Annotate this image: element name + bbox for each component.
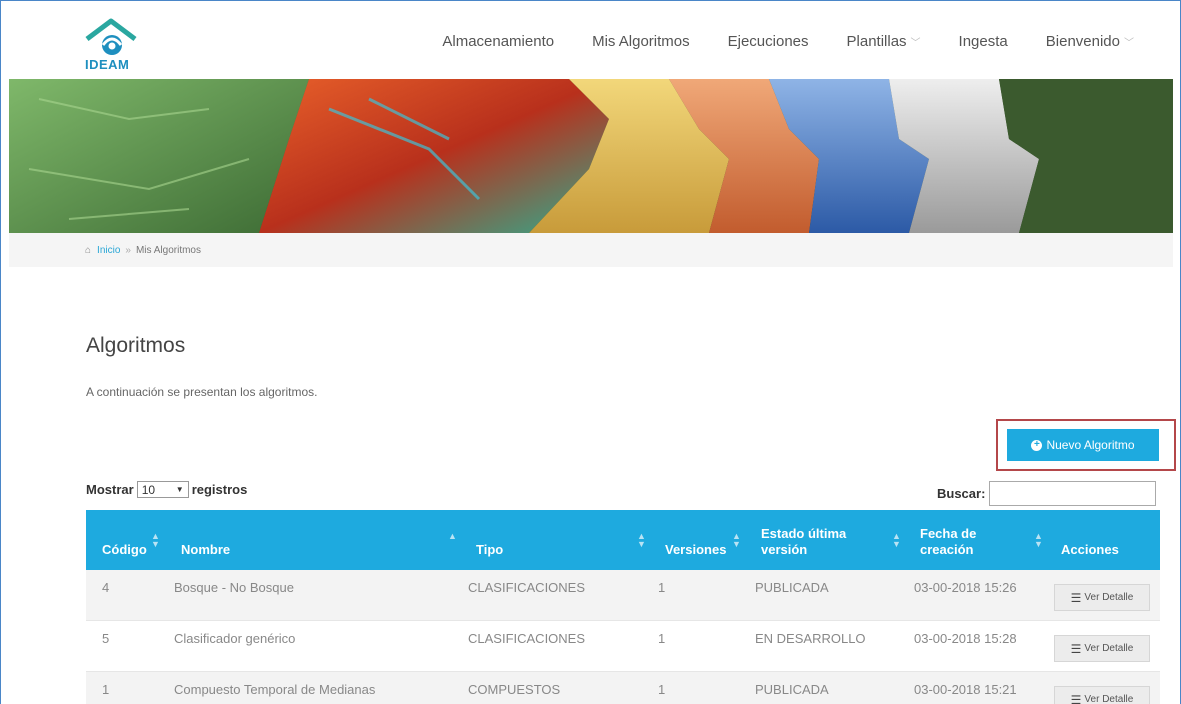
cell-nombre: Compuesto Temporal de Medianas	[174, 682, 376, 697]
cell-fecha: 03-00-2018 15:28	[914, 631, 1017, 646]
new-algorithm-label: Nuevo Algoritmo	[1046, 438, 1135, 452]
cell-estado: PUBLICADA	[755, 580, 829, 595]
chevron-down-icon: ﹀	[1124, 37, 1134, 49]
header-label: Acciones	[1061, 542, 1119, 557]
cell-codigo: 4	[102, 580, 110, 595]
column-header-nombre[interactable]: Nombre	[181, 542, 230, 558]
sort-icon: ▲ ▼	[892, 531, 901, 549]
records-label: registros	[191, 482, 248, 497]
column-header-estado[interactable]: Estado última versión	[761, 526, 846, 558]
header-label: Versiones	[665, 542, 727, 557]
page-length-select[interactable]: 10 ▼	[136, 481, 189, 498]
header-label-line1: Estado última	[761, 526, 847, 541]
cell-nombre: Bosque - No Bosque	[174, 580, 294, 595]
nav-item-bienvenido[interactable]: Bienvenido ﹀	[1027, 33, 1153, 50]
search-control: Buscar:	[937, 481, 1157, 506]
cell-versiones: 1	[658, 580, 666, 595]
table-header: Código ▲ ▼ Nombre ▲ Tipo ▲ ▼ Versiones ▲ ▼ …	[86, 510, 1160, 570]
breadcrumb-current: Mis Algoritmos	[135, 244, 201, 256]
cell-estado: EN DESARROLLO	[755, 631, 866, 646]
view-detail-button[interactable]: ☰ Ver Detalle	[1054, 584, 1150, 611]
nav-label: Ejecuciones	[727, 32, 809, 50]
ideam-logo[interactable]: IDEAM	[81, 17, 141, 77]
cell-codigo: 1	[102, 682, 110, 697]
page-title: Algoritmos	[86, 334, 186, 357]
nav-item-almacenamiento[interactable]: Almacenamiento	[423, 33, 573, 50]
table-row: 4 Bosque - No Bosque CLASIFICACIONES 1 P…	[86, 570, 1160, 621]
header-label-line2: versión	[761, 542, 808, 557]
page-length-control: Mostrar 10 ▼ registros	[86, 481, 247, 498]
new-algorithm-button[interactable]: + Nuevo Algoritmo	[1007, 429, 1159, 461]
view-detail-button[interactable]: ☰ Ver Detalle	[1054, 635, 1150, 662]
search-input[interactable]	[989, 481, 1157, 506]
table-row: 1 Compuesto Temporal de Medianas COMPUES…	[86, 672, 1160, 704]
view-detail-label: Ver Detalle	[1084, 592, 1134, 603]
plus-circle-icon: +	[1031, 439, 1043, 451]
view-detail-button[interactable]: ☰ Ver Detalle	[1054, 686, 1150, 704]
table-row: 5 Clasificador genérico CLASIFICACIONES …	[86, 621, 1160, 672]
list-icon: ☰	[1070, 692, 1082, 704]
cell-versiones: 1	[658, 631, 666, 646]
view-detail-label: Ver Detalle	[1084, 694, 1134, 704]
header-label: Nombre	[181, 542, 231, 557]
breadcrumb-home-link[interactable]: Inicio	[97, 245, 120, 256]
column-header-fecha[interactable]: Fecha de creación	[920, 526, 976, 558]
column-header-codigo[interactable]: Código	[102, 542, 147, 558]
sort-icon: ▲	[448, 531, 457, 541]
sort-icon: ▲ ▼	[1034, 531, 1043, 549]
satellite-banner-image	[9, 79, 1173, 233]
logo-text: IDEAM	[85, 57, 130, 72]
header-label-line2: creación	[920, 542, 974, 557]
view-detail-label: Ver Detalle	[1084, 643, 1134, 654]
nav-label: Mis Algoritmos	[592, 32, 690, 50]
chevron-down-icon: ﹀	[910, 37, 921, 49]
sort-icon: ▲ ▼	[151, 531, 160, 549]
list-icon: ☰	[1070, 641, 1082, 656]
column-header-acciones: Acciones	[1061, 542, 1119, 558]
header-label: Tipo	[476, 542, 504, 557]
nav-label: Plantillas	[846, 32, 907, 50]
cell-codigo: 5	[102, 631, 110, 646]
cell-fecha: 03-00-2018 15:26	[914, 580, 1017, 595]
show-label: Mostrar	[86, 482, 134, 497]
nav-item-plantillas[interactable]: Plantillas ﹀	[828, 33, 940, 50]
logo-icon	[85, 18, 137, 55]
nav-item-mis-algoritmos[interactable]: Mis Algoritmos	[573, 33, 709, 50]
sort-icon: ▲ ▼	[732, 531, 741, 549]
list-icon: ☰	[1070, 590, 1082, 605]
nav-label: Ingesta	[958, 32, 1008, 50]
cell-tipo: CLASIFICACIONES	[468, 580, 586, 595]
nav-label: Bienvenido	[1045, 32, 1120, 50]
cell-nombre: Clasificador genérico	[174, 631, 296, 646]
home-icon: ⌂	[85, 244, 92, 256]
breadcrumb-separator: »	[125, 244, 131, 256]
dropdown-arrow-icon: ▼	[175, 485, 184, 494]
page-length-value: 10	[141, 482, 156, 497]
cell-fecha: 03-00-2018 15:21	[914, 682, 1017, 697]
main-nav: Almacenamiento Mis Algoritmos Ejecucione…	[423, 9, 1153, 73]
search-label: Buscar:	[937, 486, 986, 501]
nav-item-ejecuciones[interactable]: Ejecuciones	[709, 33, 828, 50]
top-navbar: IDEAM Almacenamiento Mis Algoritmos Ejec…	[9, 9, 1173, 79]
nav-label: Almacenamiento	[442, 32, 555, 50]
column-header-versiones[interactable]: Versiones	[665, 542, 726, 558]
cell-estado: PUBLICADA	[755, 682, 829, 697]
browser-frame: IDEAM Almacenamiento Mis Algoritmos Ejec…	[0, 0, 1181, 704]
header-label-line1: Fecha de	[920, 526, 977, 541]
page-description: A continuación se presentan los algoritm…	[86, 385, 318, 399]
header-label: Código	[102, 542, 147, 557]
cell-tipo: COMPUESTOS	[468, 682, 561, 697]
nav-item-ingesta[interactable]: Ingesta	[940, 33, 1027, 50]
sort-icon: ▲ ▼	[637, 531, 646, 549]
cell-tipo: CLASIFICACIONES	[468, 631, 586, 646]
breadcrumb: ⌂ Inicio » Mis Algoritmos	[9, 233, 1173, 267]
banner-artwork	[9, 79, 1173, 233]
column-header-tipo[interactable]: Tipo	[476, 542, 503, 558]
algorithms-table: Código ▲ ▼ Nombre ▲ Tipo ▲ ▼ Versiones ▲ ▼ …	[86, 510, 1160, 704]
cell-versiones: 1	[658, 682, 666, 697]
